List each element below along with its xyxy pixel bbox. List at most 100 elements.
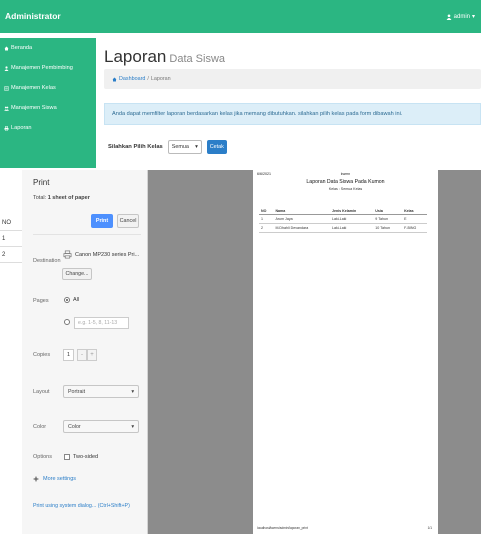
filter-label: Silahkan Pilih Kelas [108, 144, 163, 150]
sidebar-item-label: Manajemen Siswa [11, 105, 57, 111]
breadcrumb-current: Laporan [150, 76, 171, 82]
change-destination-button[interactable]: Change... [62, 268, 92, 280]
table-cell: 9 Tahun [373, 214, 403, 224]
breadcrumb-dashboard-link[interactable]: Dashboard [119, 76, 145, 82]
cetak-button[interactable]: Cetak [206, 140, 227, 154]
sidebar-item-manajemen-siswa[interactable]: Manajemen Siswa [0, 98, 96, 118]
options-label: Options [33, 454, 52, 460]
table-cell: 10 Tahun [373, 223, 403, 233]
background-table: NO 1 2 [0, 215, 22, 277]
color-select[interactable]: Color ▾ [63, 420, 139, 433]
sidebar-item-laporan[interactable]: Laporan [0, 118, 96, 138]
class-select-value: Semua [171, 144, 189, 150]
layout-label: Layout [33, 389, 50, 395]
user-icon [4, 65, 9, 71]
home-icon [4, 46, 9, 50]
preview-page: 6/6/2021 kwmn Laporan Data Siswa Pada Ku… [253, 170, 438, 534]
pages-all-label: All [73, 297, 80, 303]
color-value: Color [68, 423, 81, 430]
table-row: 2 [0, 247, 22, 263]
two-sided-checkbox[interactable] [64, 454, 70, 460]
two-sided-option[interactable]: Two-sided [64, 454, 98, 460]
total-prefix: Total: [33, 195, 47, 201]
chevron-down-icon: ▾ [131, 388, 134, 395]
preview-title: Laporan Data Siswa Pada Kumon [306, 179, 385, 185]
copies-input[interactable]: 1 [63, 349, 74, 361]
plus-icon [33, 476, 39, 482]
radio-all[interactable] [64, 297, 70, 303]
column-header: Nama [273, 207, 330, 215]
info-alert: Anda dapat memfilter laporan berdasarkan… [104, 103, 481, 125]
pages-input[interactable]: e.g. 1-5, 8, 11-13 [74, 317, 129, 329]
divider [33, 234, 141, 235]
copies-label: Copies [33, 352, 51, 358]
total-value: 1 sheet of paper [47, 195, 90, 201]
column-header: Kelas [402, 207, 427, 215]
users-icon [4, 106, 9, 111]
preview-footer-url: localhost/kwmn/admin/laporan_print [257, 526, 308, 530]
sidebar-item-label: Beranda [11, 45, 33, 51]
radio-custom[interactable] [64, 319, 70, 325]
print-title: Print [33, 178, 50, 187]
pages-custom-option[interactable] [64, 319, 70, 325]
preview-header: kwmn [340, 172, 351, 176]
sidebar-item-beranda[interactable]: Beranda [0, 38, 96, 58]
page-title: Laporan Data Siswa [104, 47, 225, 67]
list-icon [4, 86, 9, 90]
breadcrumb: Dashboard / Laporan [104, 69, 481, 89]
class-filter-form: Silahkan Pilih Kelas Semua ▾ Cetak [108, 140, 227, 154]
copies-increment-button[interactable]: + [87, 349, 97, 361]
table-cell: Arum Jaya [273, 214, 330, 224]
user-icon [446, 13, 452, 20]
sidebar-item-label: Manajemen Pembimbing [11, 65, 73, 71]
print-total: Total: 1 sheet of paper [33, 195, 90, 201]
table-cell: E [402, 214, 427, 224]
column-header: NO [259, 207, 274, 215]
brand-title[interactable]: Administrator [5, 11, 61, 21]
destination-label: Destination [33, 258, 61, 264]
print-icon [4, 125, 9, 131]
column-header: Jenis Kelamin [329, 207, 374, 215]
color-label: Color [33, 424, 47, 430]
print-button[interactable]: Print [91, 214, 113, 228]
preview-subtitle: Kelas : Semua Kelas [328, 187, 363, 191]
more-settings-link[interactable]: More settings [33, 476, 76, 482]
table-cell: Laki-Laki [329, 223, 374, 233]
cancel-button[interactable]: Cancel [117, 214, 139, 228]
page-subtitle: Data Siswa [169, 53, 226, 65]
chevron-down-icon: ▾ [131, 423, 134, 430]
pages-label: Pages [33, 298, 49, 304]
system-dialog-link[interactable]: Print using system dialog... (Ctrl+Shift… [33, 503, 130, 509]
table-header: NO [0, 215, 22, 231]
sidebar-item-manajemen-kelas[interactable]: Manajemen Kelas [0, 78, 96, 98]
table-row: 2 M.Dhahli Devandara Laki-Laki 10 Tahun … [259, 223, 427, 233]
breadcrumb-separator: / [147, 76, 149, 82]
page-title-text: Laporan [104, 47, 167, 66]
username: admin [453, 13, 470, 20]
preview-page-number: 1/1 [427, 526, 432, 530]
caret-down-icon: ▾ [471, 14, 475, 20]
printer-icon [63, 250, 72, 259]
destination-value: Canon MP230 series Pri... [63, 250, 139, 259]
sidebar-item-manajemen-pembimbing[interactable]: Manajemen Pembimbing [0, 58, 96, 78]
table-cell: Laki-Laki [329, 214, 374, 224]
table-row: 1 Arum Jaya Laki-Laki 9 Tahun E [259, 214, 427, 224]
pages-all-option[interactable]: All [64, 297, 79, 303]
destination-name: Canon MP230 series Pri... [75, 251, 140, 258]
table-cell: 2 [259, 223, 274, 233]
home-icon [112, 77, 117, 81]
layout-value: Portrait [68, 388, 86, 395]
sidebar-item-label: Laporan [11, 125, 32, 131]
user-menu[interactable]: admin ▾ [446, 13, 475, 20]
preview-table-header: NO Nama Jenis Kelamin Usia Kelas [259, 207, 427, 215]
column-header: Usia [373, 207, 403, 215]
alert-text: Anda dapat memfilter laporan berdasarkan… [112, 111, 403, 117]
layout-select[interactable]: Portrait ▾ [63, 385, 139, 398]
chevron-down-icon: ▾ [195, 144, 198, 150]
table-cell: F-BING [402, 223, 427, 233]
copies-decrement-button[interactable]: - [77, 349, 87, 361]
preview-table: NO Nama Jenis Kelamin Usia Kelas 1 Arum … [259, 207, 427, 233]
top-navbar: Administrator admin ▾ [0, 0, 481, 33]
more-settings-label: More settings [43, 476, 77, 482]
class-select[interactable]: Semua ▾ [167, 140, 202, 154]
